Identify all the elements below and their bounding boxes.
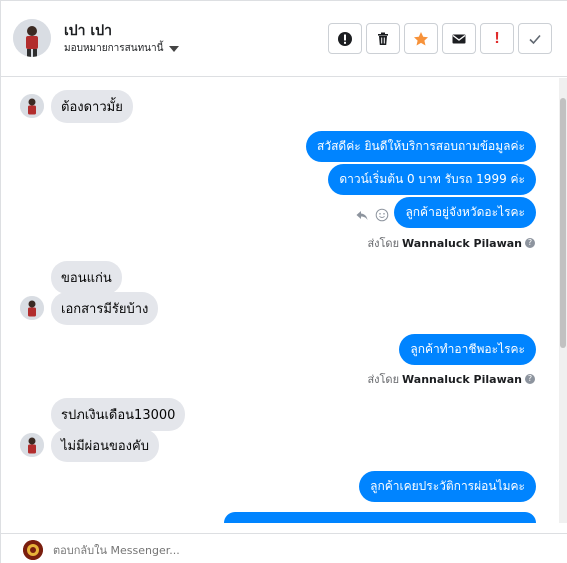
envelope-icon — [452, 34, 466, 43]
incoming-message[interactable]: ขอนแก่น — [51, 261, 122, 294]
contact-name: เปา เปา — [64, 23, 112, 39]
star-icon — [414, 31, 428, 45]
sent-by-name[interactable]: Wannaluck Pilawan — [402, 237, 522, 250]
sent-by-label: ส่งโดย Wannaluck Pilawan ? — [367, 234, 535, 252]
outgoing-message-partial[interactable] — [224, 512, 536, 523]
incoming-message[interactable]: รปภเงินเดือน13000 — [51, 398, 186, 431]
message-thread[interactable]: ต้องดาวมั้ย สวัสดีค่ะ ยินดีให้บริการสอบถ… — [1, 78, 567, 523]
sent-by-prefix: ส่งโดย — [367, 237, 400, 250]
star-button[interactable] — [404, 23, 438, 54]
sent-by-label: ส่งโดย Wannaluck Pilawan ? — [367, 370, 535, 388]
caret-down-icon — [169, 45, 180, 52]
outgoing-message[interactable]: ดาวน์เริ่มต้น 0 บาท รับรถ 1999 ค่ะ — [328, 164, 536, 195]
info-button[interactable] — [328, 23, 362, 54]
trash-icon — [378, 32, 388, 45]
mark-unread-button[interactable] — [442, 23, 476, 54]
exclamation-icon: ! — [494, 29, 500, 47]
emoji-reaction-icon[interactable] — [375, 208, 389, 222]
assign-conversation-dropdown[interactable]: มอบหมายการสนทนานี้ — [64, 41, 180, 56]
incoming-message[interactable]: เอกสารมีรัยบ้าง — [51, 292, 159, 325]
reply-input[interactable] — [53, 544, 543, 557]
reply-icon[interactable] — [355, 208, 369, 222]
delete-button[interactable] — [366, 23, 400, 54]
scrollbar-thumb[interactable] — [560, 98, 566, 348]
message-actions — [355, 208, 389, 222]
conversation-header: เปา เปา มอบหมายการสนทนานี้ ! — [1, 1, 567, 77]
contact-avatar-small — [20, 433, 44, 457]
outgoing-message[interactable]: ลูกค้าอยู่จังหวัดอะไรคะ — [394, 197, 536, 228]
sent-by-name[interactable]: Wannaluck Pilawan — [402, 373, 522, 386]
outgoing-message[interactable]: ลูกค้าทำอาชีพอะไรคะ — [399, 334, 536, 365]
help-icon[interactable]: ? — [525, 374, 535, 384]
info-icon — [338, 31, 352, 46]
help-icon[interactable]: ? — [525, 238, 535, 248]
check-icon — [529, 34, 541, 44]
outgoing-message[interactable]: สวัสดีค่ะ ยินดีให้บริการสอบถามข้อมูลค่ะ — [306, 131, 536, 162]
contact-avatar-small — [20, 296, 44, 320]
outgoing-message[interactable]: ลูกค้าเคยประวัติการผ่อนไมคะ — [359, 471, 536, 502]
reply-composer — [1, 533, 567, 563]
incoming-message[interactable]: ไม่มีผ่อนของคับ — [51, 429, 159, 462]
incoming-message[interactable]: ต้องดาวมั้ย — [51, 90, 133, 123]
contact-avatar[interactable] — [13, 19, 51, 57]
contact-avatar-small — [20, 94, 44, 118]
thread-scrollbar[interactable] — [559, 78, 567, 523]
conversation-toolbar: ! — [328, 23, 556, 54]
page-avatar — [23, 540, 43, 560]
assign-label: มอบหมายการสนทนานี้ — [64, 43, 164, 54]
messenger-window: เปา เปา มอบหมายการสนทนานี้ ! ต้องดาวมั้ย… — [0, 0, 567, 563]
mark-done-button[interactable] — [518, 23, 552, 54]
sent-by-prefix: ส่งโดย — [367, 373, 400, 386]
mark-spam-button[interactable]: ! — [480, 23, 514, 54]
